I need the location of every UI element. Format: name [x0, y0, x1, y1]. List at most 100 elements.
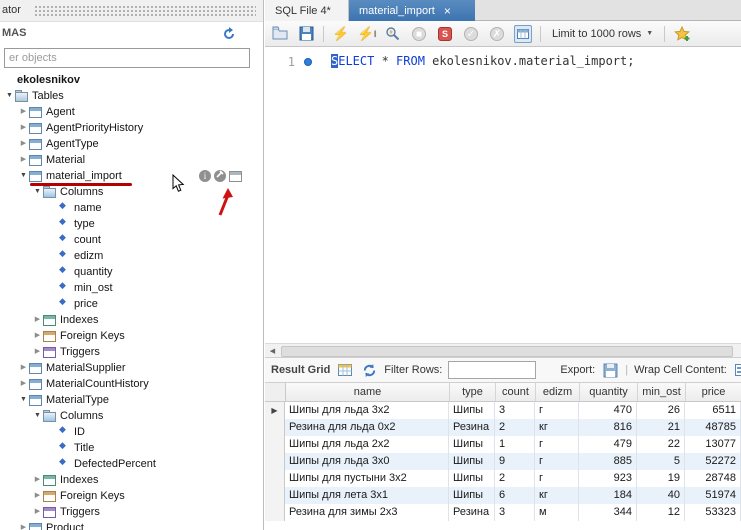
cell-type[interactable]: Резина	[449, 419, 495, 436]
tree-item-agent[interactable]: Agent	[0, 104, 260, 120]
cell-name[interactable]: Шипы для пустыни 3x2	[285, 470, 449, 487]
commit-icon[interactable]: ✓	[462, 25, 480, 43]
scroll-left-icon[interactable]	[267, 346, 278, 357]
schema-filter-input[interactable]	[4, 48, 250, 68]
export-recordset-icon[interactable]	[601, 361, 619, 379]
cell-type[interactable]: Шипы	[449, 470, 495, 487]
tree-item-min-ost[interactable]: min_ost	[0, 280, 260, 296]
tab-material-import[interactable]: material_import	[349, 0, 475, 21]
cell-quantity[interactable]: 479	[579, 436, 637, 453]
row-selector[interactable]	[265, 487, 285, 504]
wrap-cell-content-icon[interactable]	[733, 361, 741, 379]
row-selector[interactable]	[265, 453, 285, 470]
close-tab-icon[interactable]	[444, 6, 451, 16]
cell-quantity[interactable]: 923	[579, 470, 637, 487]
refresh-schemas-icon[interactable]	[221, 26, 237, 42]
row-selector[interactable]	[265, 436, 285, 453]
expander-right-icon[interactable]	[32, 312, 43, 328]
table-info-icon[interactable]: i	[199, 170, 211, 182]
expander-right-icon[interactable]	[18, 104, 29, 120]
refresh-results-icon[interactable]	[360, 361, 378, 379]
cell-edizm[interactable]: г	[535, 453, 579, 470]
save-script-icon[interactable]	[297, 25, 315, 43]
cell-quantity[interactable]: 816	[579, 419, 637, 436]
cell-count[interactable]: 2	[495, 470, 535, 487]
execute-current-icon[interactable]: ⚡I	[358, 25, 376, 43]
column-header-quantity[interactable]: quantity	[580, 383, 638, 401]
tree-item-defectedpercent[interactable]: DefectedPercent	[0, 456, 260, 472]
table-row[interactable]: Шипы для лета 3x1Шипы6кг1844051974	[265, 487, 741, 504]
tree-item-ekolesnikov[interactable]: ekolesnikov	[0, 72, 260, 88]
expander-right-icon[interactable]	[32, 504, 43, 520]
tree-item-price[interactable]: price	[0, 296, 260, 312]
scrollbar-thumb[interactable]	[281, 346, 733, 357]
sql-code-editor[interactable]: 1 SELECT * FROM ekolesnikov.material_imp…	[265, 47, 741, 343]
table-row[interactable]: Шипы для льда 3x0Шипы9г885552272	[265, 453, 741, 470]
row-selector[interactable]	[265, 470, 285, 487]
table-row[interactable]: Резина для зимы 2x3Резина3м3441253323	[265, 504, 741, 521]
tree-item-materialsupplier[interactable]: MaterialSupplier	[0, 360, 260, 376]
expander-down-icon[interactable]	[32, 184, 43, 200]
table-settings-icon[interactable]	[214, 170, 226, 182]
expander-right-icon[interactable]	[32, 472, 43, 488]
expander-right-icon[interactable]	[18, 360, 29, 376]
tab-sql-file[interactable]: SQL File 4*	[265, 0, 349, 21]
table-row[interactable]: Шипы для пустыни 3x2Шипы2г9231928748	[265, 470, 741, 487]
stop-on-error-icon[interactable]: S	[436, 25, 454, 43]
cell-min_ost[interactable]: 22	[637, 436, 685, 453]
editor-horizontal-scrollbar[interactable]	[265, 343, 741, 357]
cell-edizm[interactable]: кг	[535, 419, 579, 436]
execute-statement-icon[interactable]: ⚡	[332, 25, 350, 43]
tree-item-columns[interactable]: Columns	[0, 408, 260, 424]
cell-min_ost[interactable]: 40	[637, 487, 685, 504]
tree-item-agentpriorityhistory[interactable]: AgentPriorityHistory	[0, 120, 260, 136]
stop-query-icon[interactable]: ■	[410, 25, 428, 43]
column-header-name[interactable]: name	[286, 383, 450, 401]
tree-item-tables[interactable]: Tables	[0, 88, 260, 104]
cell-quantity[interactable]: 184	[579, 487, 637, 504]
cell-count[interactable]: 3	[495, 402, 535, 419]
tree-item-indexes[interactable]: Indexes	[0, 472, 260, 488]
cell-name[interactable]: Резина для льда 0x2	[285, 419, 449, 436]
cell-type[interactable]: Шипы	[449, 402, 495, 419]
cell-price[interactable]: 51974	[685, 487, 741, 504]
table-row[interactable]: Шипы для льда 2x2Шипы1г4792213077	[265, 436, 741, 453]
cell-price[interactable]: 6511	[685, 402, 741, 419]
table-row[interactable]: Шипы для льда 3x2Шипы3г470266511	[265, 402, 741, 419]
cell-min_ost[interactable]: 19	[637, 470, 685, 487]
cell-count[interactable]: 1	[495, 436, 535, 453]
cell-count[interactable]: 6	[495, 487, 535, 504]
grid-view-icon[interactable]	[336, 361, 354, 379]
cell-min_ost[interactable]: 26	[637, 402, 685, 419]
column-header-edizm[interactable]: edizm	[536, 383, 580, 401]
cell-count[interactable]: 2	[495, 419, 535, 436]
tree-item-foreign-keys[interactable]: Foreign Keys	[0, 488, 260, 504]
cell-min_ost[interactable]: 12	[637, 504, 685, 521]
cell-quantity[interactable]: 470	[579, 402, 637, 419]
expander-right-icon[interactable]	[18, 136, 29, 152]
table-data-icon[interactable]	[229, 171, 242, 182]
tree-item-foreign-keys[interactable]: Foreign Keys	[0, 328, 260, 344]
tree-item-materialcounthistory[interactable]: MaterialCountHistory	[0, 376, 260, 392]
cell-min_ost[interactable]: 5	[637, 453, 685, 470]
cell-name[interactable]: Резина для зимы 2x3	[285, 504, 449, 521]
expander-right-icon[interactable]	[32, 488, 43, 504]
tree-item-triggers[interactable]: Triggers	[0, 344, 260, 360]
cell-type[interactable]: Шипы	[449, 453, 495, 470]
cell-price[interactable]: 28748	[685, 470, 741, 487]
autocommit-toggle-icon[interactable]	[514, 25, 532, 43]
tree-item-indexes[interactable]: Indexes	[0, 312, 260, 328]
cell-price[interactable]: 48785	[685, 419, 741, 436]
expander-right-icon[interactable]	[18, 520, 29, 530]
expander-right-icon[interactable]	[32, 328, 43, 344]
rollback-icon[interactable]: ✗	[488, 25, 506, 43]
cell-count[interactable]: 3	[495, 504, 535, 521]
expander-down-icon[interactable]	[4, 88, 15, 104]
tree-item-id[interactable]: ID	[0, 424, 260, 440]
cell-name[interactable]: Шипы для льда 3x2	[285, 402, 449, 419]
tree-item-material[interactable]: Material	[0, 152, 260, 168]
expander-right-icon[interactable]	[18, 120, 29, 136]
tree-item-quantity[interactable]: quantity	[0, 264, 260, 280]
expander-down-icon[interactable]	[18, 168, 29, 184]
tree-item-agenttype[interactable]: AgentType	[0, 136, 260, 152]
